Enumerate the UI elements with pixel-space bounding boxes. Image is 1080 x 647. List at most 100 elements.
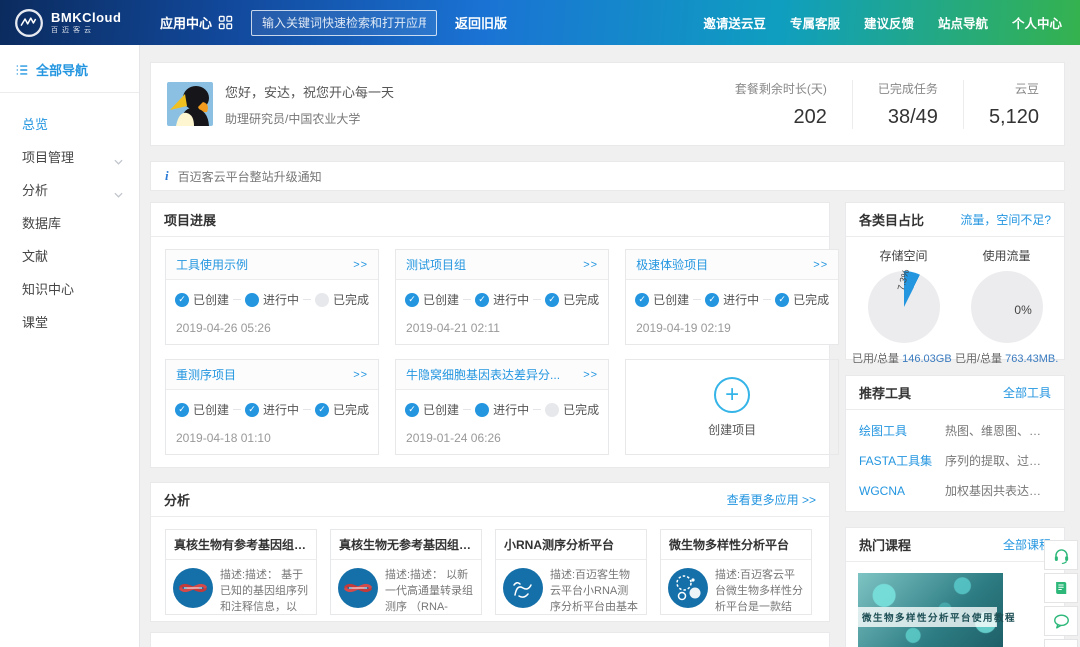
stat-label: 云豆: [989, 80, 1039, 97]
project-title-link[interactable]: 极速体验项目: [636, 256, 708, 273]
app-card-body: 描述:百迈客云平台微生物多样性分析平台是一款结合...: [661, 560, 811, 624]
sidebar-item-classroom[interactable]: 课堂: [0, 305, 139, 338]
stat-label: 套餐剩余时长(天): [735, 80, 827, 97]
step-label: 进行中: [263, 291, 299, 308]
tool-desc: 加权基因共表达网络...: [945, 482, 1051, 499]
back-to-old-link[interactable]: 返回旧版: [455, 13, 507, 32]
project-title-link[interactable]: 牛隐窝细胞基因表达差异分...: [406, 366, 560, 383]
app-card[interactable]: 小RNA测序分析平台 描述:百迈客生物云平台小RNA测序分析平台由基本分...: [495, 529, 647, 615]
projects-header: 项目进展: [151, 203, 829, 237]
sidebar-item-knowledge-center[interactable]: 知识中心: [0, 272, 139, 305]
step-connector: [233, 299, 241, 300]
nav-profile-link[interactable]: 个人中心: [1012, 13, 1062, 32]
grid-icon: [218, 15, 233, 30]
step-connector: [763, 299, 771, 300]
project-steps: 已创建 进行中 已完成: [626, 280, 838, 308]
step-connector: [533, 299, 541, 300]
usage-panel: 各类目占比 流量，空间不足? 存储空间 7.3% 已用/总量 146.03GB …: [845, 202, 1065, 360]
app-title[interactable]: 真核生物无参考基因组的转录...: [331, 530, 481, 560]
handbook-button[interactable]: [1044, 573, 1078, 603]
project-date: 2019-04-26 05:26: [166, 308, 378, 335]
step-connector: [463, 299, 471, 300]
brand-logo[interactable]: BMKCloud 百迈客云: [0, 8, 148, 38]
tool-link-fasta[interactable]: FASTA工具集: [859, 452, 945, 469]
step-label: 已创建: [193, 401, 229, 418]
greeting-text: 您好，安达，祝您开心每一天: [225, 82, 394, 101]
project-card: 工具使用示例 >> 已创建 进行中 已完成 2019-04-26 05:26: [165, 249, 379, 345]
main-content: 您好，安达，祝您开心每一天 助理研究员/中国农业大学 套餐剩余时长(天) 202…: [140, 45, 1080, 647]
sidebar-item-project-management[interactable]: 项目管理: [0, 140, 139, 173]
chevron-down-icon: [114, 153, 123, 168]
caption-value: 146.03GB ...: [902, 353, 955, 365]
nav-sitemap-link[interactable]: 站点导航: [938, 13, 988, 32]
sidebar-item-overview[interactable]: 总览: [0, 107, 139, 140]
project-card-header: 极速体验项目 >>: [626, 250, 838, 280]
sidebar-item-analysis[interactable]: 分析: [0, 173, 139, 206]
dna-icon: [173, 568, 213, 608]
tool-item: 绘图工具 热图、维恩图、柱图...: [859, 422, 1051, 439]
app-desc: 描述:百迈客生物云平台小RNA测序分析平台由基本分...: [550, 568, 639, 616]
nav-invite-link[interactable]: 邀请送云豆: [703, 13, 766, 32]
customer-service-button[interactable]: [1044, 540, 1078, 570]
quota-upgrade-link[interactable]: 流量，空间不足?: [960, 211, 1051, 228]
step-running-icon: [475, 403, 489, 417]
step-running-icon: [245, 293, 259, 307]
nav-feedback-link[interactable]: 建议反馈: [864, 13, 914, 32]
project-title-link[interactable]: 重测序项目: [176, 366, 236, 383]
app-card[interactable]: 真核生物无参考基因组的转录... 描述:描述： 以新一代高通量转录组测序 （RN…: [330, 529, 482, 615]
nav-support-link[interactable]: 专属客服: [790, 13, 840, 32]
qrcode-button[interactable]: [1044, 639, 1078, 647]
app-card[interactable]: 微生物多样性分析平台 描述:百迈客云平台微生物多样性分析平台是一款结合...: [660, 529, 812, 615]
project-steps: 已创建 进行中 已完成: [166, 280, 378, 308]
app-center-button[interactable]: 应用中心: [160, 13, 233, 32]
app-card[interactable]: 真核生物有参考基因组的转录... 描述:描述： 基于已知的基因组序列和注释信息，…: [165, 529, 317, 615]
bmkcloud-dashboard: BMKCloud 百迈客云 应用中心 返回旧版 邀请送云豆 专属客服 建议反馈 …: [0, 0, 1080, 647]
app-desc: 描述:描述： 以新一代高通量转录组测序 （RNA-Seq） ...: [385, 568, 474, 616]
app-title[interactable]: 微生物多样性分析平台: [661, 530, 811, 560]
project-date: 2019-04-21 02:11: [396, 308, 608, 335]
logo-icon: [14, 8, 44, 38]
projects-grid: 工具使用示例 >> 已创建 进行中 已完成 2019-04-26 05:26 测…: [151, 237, 829, 467]
tool-link-drawing[interactable]: 绘图工具: [859, 422, 945, 439]
step-label: 进行中: [263, 401, 299, 418]
step-connector: [693, 299, 701, 300]
project-title-link[interactable]: 工具使用示例: [176, 256, 248, 273]
course-thumbnail[interactable]: 微生物多样性分析平台使用教程: [858, 573, 1003, 647]
project-more-link[interactable]: >>: [353, 259, 368, 271]
project-title-link[interactable]: 测试项目组: [406, 256, 466, 273]
project-card-header: 牛隐窝细胞基因表达差异分... >>: [396, 360, 608, 390]
feedback-chat-button[interactable]: [1044, 606, 1078, 636]
microbe-icon: [668, 568, 708, 608]
project-card: 牛隐窝细胞基因表达差异分... >> 已创建 进行中 已完成 2019-01-2…: [395, 359, 609, 455]
user-avatar[interactable]: [167, 82, 213, 126]
notice-bar[interactable]: i 百迈客云平台整站升级通知: [150, 161, 1065, 191]
sidebar-item-database[interactable]: 数据库: [0, 206, 139, 239]
tool-desc: 序列的提取、过滤、...: [945, 452, 1051, 469]
tool-link-wgcna[interactable]: WGCNA: [859, 484, 945, 498]
step-label: 已完成: [563, 401, 599, 418]
account-stats: 套餐剩余时长(天) 202 已完成任务 38/49 云豆 5,120: [710, 80, 1064, 129]
more-apps-link[interactable]: 查看更多应用 >>: [727, 491, 816, 508]
create-project-button[interactable]: + 创建项目: [625, 359, 839, 455]
app-title[interactable]: 真核生物有参考基因组的转录...: [166, 530, 316, 560]
project-card: 极速体验项目 >> 已创建 进行中 已完成 2019-04-19 02:19: [625, 249, 839, 345]
welcome-card: 您好，安达，祝您开心每一天 助理研究员/中国农业大学 套餐剩余时长(天) 202…: [150, 62, 1065, 146]
step-label: 进行中: [493, 291, 529, 308]
app-title[interactable]: 小RNA测序分析平台: [496, 530, 646, 560]
step-label: 已创建: [423, 291, 459, 308]
step-finished-icon: [775, 293, 789, 307]
sidebar-menu: 总览 项目管理 分析 数据库 文献 知识中心: [0, 93, 139, 338]
project-more-link[interactable]: >>: [813, 259, 828, 271]
courses-header: 热门课程 全部课程: [846, 528, 1064, 562]
project-more-link[interactable]: >>: [583, 259, 598, 271]
projects-title: 项目进展: [164, 210, 216, 229]
tool-desc: 热图、维恩图、柱图...: [945, 422, 1051, 439]
brand-text: BMKCloud 百迈客云: [51, 11, 121, 35]
search-input[interactable]: [251, 10, 437, 36]
step-label: 已创建: [653, 291, 689, 308]
project-more-link[interactable]: >>: [353, 369, 368, 381]
all-tools-link[interactable]: 全部工具: [1003, 384, 1051, 401]
project-more-link[interactable]: >>: [583, 369, 598, 381]
all-nav-button[interactable]: 全部导航: [0, 45, 139, 93]
sidebar-item-literature[interactable]: 文献: [0, 239, 139, 272]
